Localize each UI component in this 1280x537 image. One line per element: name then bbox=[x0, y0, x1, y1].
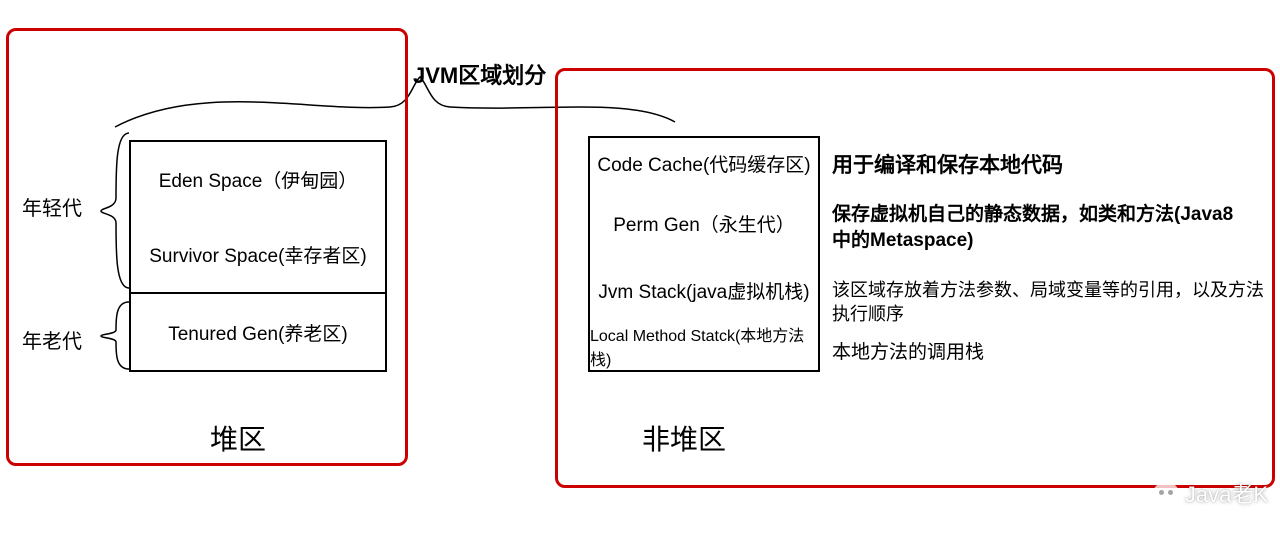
nonheap-caption: 非堆区 bbox=[642, 418, 726, 458]
tenured-gen-cell: Tenured Gen(养老区) bbox=[129, 294, 387, 372]
old-gen-label: 年老代 bbox=[22, 325, 82, 354]
code-cache-desc: 用于编译和保存本地代码 bbox=[832, 152, 1063, 180]
perm-gen-cell: Perm Gen（永生代） bbox=[588, 188, 820, 260]
young-gen-label: 年轻代 bbox=[22, 192, 82, 221]
jvm-stack-desc: 该区域存放着方法参数、局域变量等的引用，以及方法执行顺序 bbox=[832, 278, 1272, 327]
watermark: Java老K bbox=[1153, 477, 1268, 509]
heap-caption: 堆区 bbox=[210, 418, 266, 458]
code-cache-cell: Code Cache(代码缓存区) bbox=[588, 136, 820, 190]
watermark-text: Java老K bbox=[1185, 477, 1268, 509]
wechat-icon bbox=[1153, 482, 1179, 504]
eden-space-cell: Eden Space（伊甸园） bbox=[129, 140, 387, 218]
perm-gen-desc: 保存虚拟机自己的静态数据，如类和方法(Java8中的Metaspace) bbox=[832, 202, 1252, 253]
local-method-stack-cell: Local Method Statck(本地方法栈) bbox=[588, 322, 820, 372]
jvm-stack-cell: Jvm Stack(java虚拟机栈) bbox=[588, 258, 820, 324]
local-stack-desc: 本地方法的调用栈 bbox=[832, 340, 984, 366]
survivor-space-cell: Survivor Space(幸存者区) bbox=[129, 216, 387, 294]
